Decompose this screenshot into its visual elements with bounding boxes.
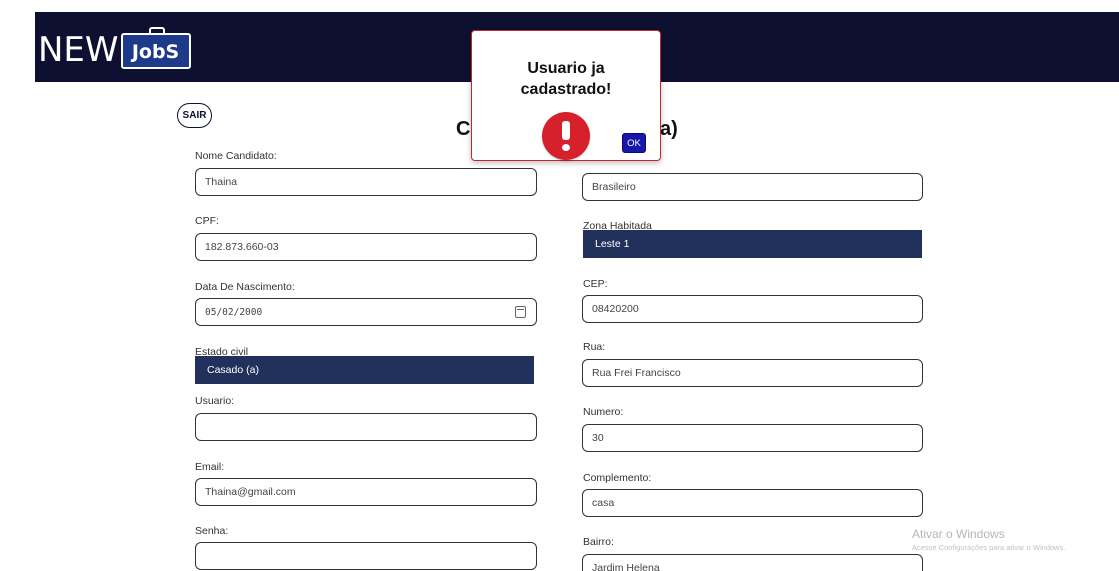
alert-title-line2: cadastrado! — [520, 81, 612, 98]
page: NEW JobS SAIR Ca a) Nome Candidato: Thai… — [0, 0, 1119, 571]
exclamation-circle-icon — [542, 112, 590, 160]
nacionalidade-input[interactable]: Brasileiro — [582, 173, 923, 201]
alert-dialog: Usuario ja cadastrado! OK — [471, 30, 661, 161]
usuario-input[interactable] — [195, 413, 537, 441]
email-value: Thaina@gmail.com — [205, 486, 296, 498]
logo-new-text: NEW — [38, 30, 119, 70]
windows-activation-title: Ativar o Windows — [912, 527, 1005, 541]
nacionalidade-value: Brasileiro — [592, 181, 636, 193]
data-nascimento-input[interactable]: 05/02/2000 — [195, 298, 537, 326]
bairro-input[interactable]: Jardim Helena — [582, 554, 923, 571]
cpf-input[interactable]: 182.873.660-03 — [195, 233, 537, 261]
numero-value: 30 — [592, 432, 604, 444]
estado-civil-select[interactable]: Casado (a) — [195, 356, 534, 384]
senha-input[interactable] — [195, 542, 537, 570]
numero-label: Numero: — [583, 406, 624, 418]
bairro-value: Jardim Helena — [592, 562, 660, 571]
complemento-label: Complemento: — [583, 472, 652, 484]
rua-value: Rua Frei Francisco — [592, 367, 681, 379]
logo-jobs-text: JobS — [131, 41, 180, 63]
nome-candidato-input[interactable]: Thaina — [195, 168, 537, 196]
data-nascimento-value: 05/02/2000 — [205, 306, 263, 318]
numero-input[interactable]: 30 — [582, 424, 923, 452]
logo-jobs-badge: JobS — [120, 27, 191, 69]
complemento-input[interactable]: casa — [582, 489, 923, 517]
form-title-right-fragment: a) — [660, 118, 678, 140]
data-nascimento-label: Data De Nascimento: — [195, 281, 295, 293]
rua-label: Rua: — [583, 341, 606, 353]
senha-label: Senha: — [195, 525, 229, 537]
nome-candidato-label: Nome Candidato: — [195, 150, 277, 162]
cep-input[interactable]: 08420200 — [582, 295, 923, 323]
cep-label: CEP: — [583, 278, 608, 290]
calendar-icon[interactable] — [515, 306, 526, 318]
alert-title-line1: Usuario ja — [527, 60, 605, 77]
rua-input[interactable]: Rua Frei Francisco — [582, 359, 923, 387]
exclamation-dot — [562, 144, 570, 151]
usuario-label: Usuario: — [195, 395, 235, 407]
zona-habitada-select[interactable]: Leste 1 — [583, 230, 922, 258]
cep-value: 08420200 — [592, 303, 639, 315]
alert-title: Usuario ja cadastrado! — [472, 58, 660, 100]
windows-activation-subtitle: Acesse Configurações para ativar o Windo… — [912, 543, 1066, 552]
complemento-value: casa — [592, 497, 615, 509]
bairro-label: Bairro: — [583, 536, 614, 548]
email-label: Email: — [195, 461, 225, 473]
newjobs-logo[interactable]: NEW JobS — [38, 20, 191, 72]
ok-button[interactable]: OK — [622, 133, 646, 153]
nome-candidato-value: Thaina — [205, 176, 238, 188]
cpf-value: 182.873.660-03 — [205, 241, 279, 253]
cpf-label: CPF: — [195, 215, 219, 227]
zona-habitada-value: Leste 1 — [595, 238, 630, 250]
sair-button[interactable]: SAIR — [177, 103, 212, 128]
exclamation-bar — [562, 121, 570, 140]
email-input[interactable]: Thaina@gmail.com — [195, 478, 537, 506]
estado-civil-value: Casado (a) — [207, 364, 259, 376]
briefcase-handle-icon — [148, 27, 165, 35]
